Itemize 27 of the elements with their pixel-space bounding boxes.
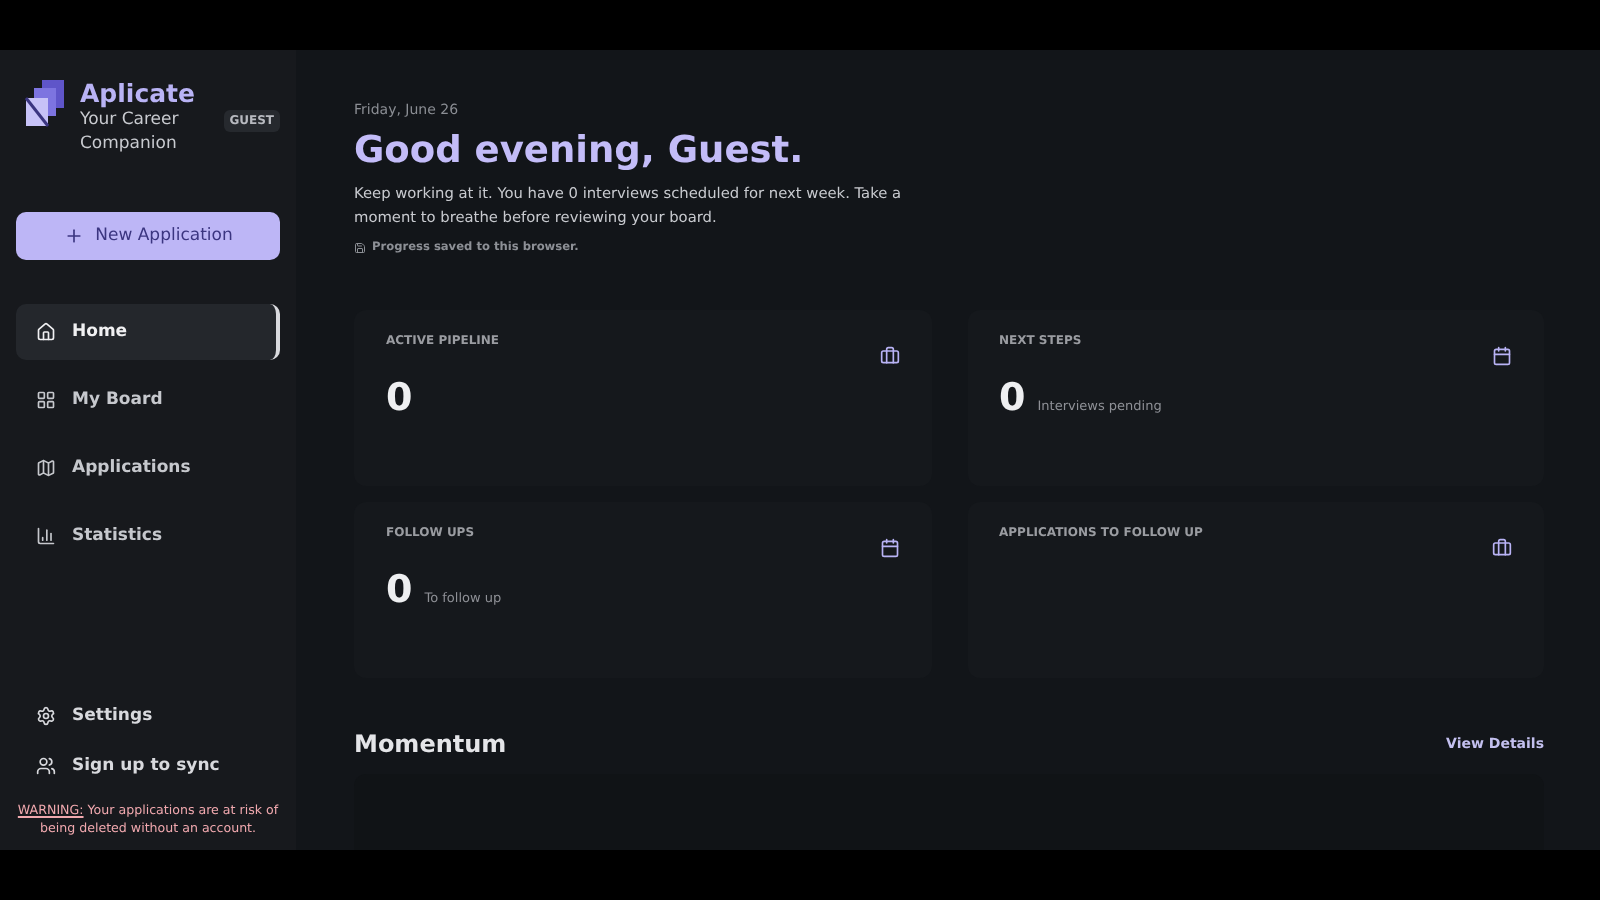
briefcase-icon	[879, 346, 899, 366]
nav-item[interactable]: My Board	[16, 372, 280, 428]
stat-value: 0	[386, 570, 413, 610]
settings-icon	[36, 705, 56, 725]
map-icon	[36, 458, 56, 478]
users-icon	[36, 755, 56, 775]
grid-icon	[36, 390, 56, 410]
app-tagline: Your Career Companion	[80, 108, 181, 156]
app-name: Aplicate	[80, 78, 197, 108]
stat-value: 0	[999, 378, 1026, 418]
calendar-icon	[879, 538, 899, 558]
bar-chart-icon	[36, 526, 56, 546]
logo-icon	[24, 78, 68, 130]
stat-value: 0	[386, 378, 413, 418]
briefcase-icon	[1492, 538, 1512, 558]
plus-icon	[63, 226, 84, 246]
calendar-icon	[1492, 346, 1512, 366]
sidebar-link[interactable]: Sign up to sync	[16, 748, 280, 782]
new-application-button[interactable]: New Application	[16, 212, 280, 260]
nav-item[interactable]: Home	[16, 304, 280, 360]
nav-item[interactable]: Statistics	[16, 508, 280, 564]
greeting-heading: Good evening, Guest.	[354, 130, 806, 172]
sidebar-link[interactable]: Settings	[16, 698, 280, 732]
nav-item[interactable]: Applications	[16, 440, 280, 496]
section-heading: Momentum	[354, 730, 507, 758]
home-icon	[36, 322, 56, 342]
save-icon	[354, 242, 366, 254]
